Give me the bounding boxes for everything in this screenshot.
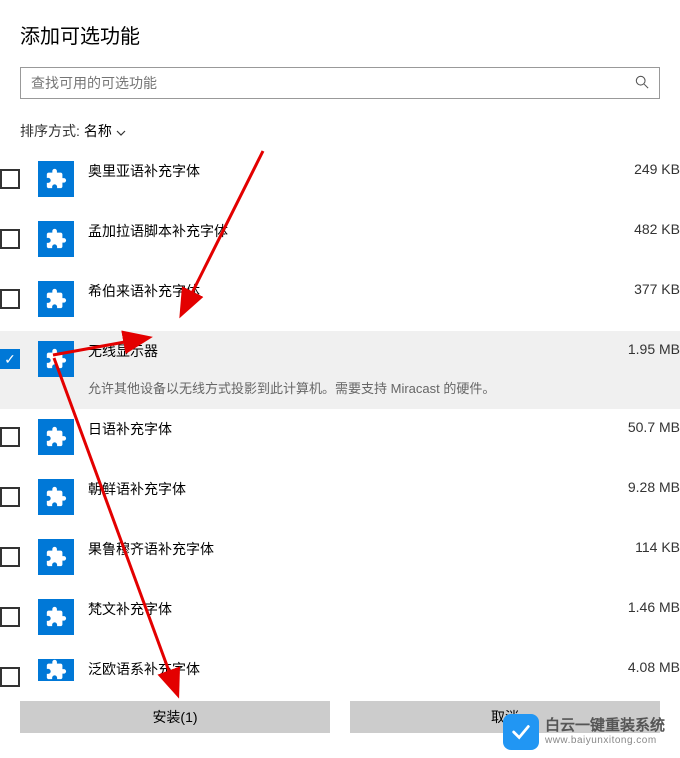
feature-checkbox[interactable] <box>0 667 20 687</box>
feature-content: 希伯来语补充字体 377 KB <box>88 281 680 301</box>
page-title: 添加可选功能 <box>20 20 660 49</box>
puzzle-icon <box>38 221 74 257</box>
feature-size: 249 KB <box>634 161 680 177</box>
feature-list: 奥里亚语补充字体 249 KB 孟加拉语脚本补充字体 482 KB 希伯来语补充字体 37… <box>0 151 680 709</box>
feature-size: 114 KB <box>635 539 680 555</box>
feature-item[interactable]: 孟加拉语脚本补充字体 482 KB <box>0 211 680 271</box>
puzzle-icon <box>38 419 74 455</box>
feature-content: 孟加拉语脚本补充字体 482 KB <box>88 221 680 241</box>
feature-name: 无线显示器 <box>88 341 158 361</box>
feature-name: 奥里亚语补充字体 <box>88 161 200 181</box>
sort-label: 排序方式: <box>20 121 80 141</box>
feature-content: 朝鲜语补充字体 9.28 MB <box>88 479 680 499</box>
feature-item[interactable]: 朝鲜语补充字体 9.28 MB <box>0 469 680 529</box>
puzzle-icon <box>38 281 74 317</box>
feature-size: 482 KB <box>634 221 680 237</box>
feature-name: 果鲁穆齐语补充字体 <box>88 539 214 559</box>
feature-item[interactable]: 希伯来语补充字体 377 KB <box>0 271 680 331</box>
checkmark-icon: ✓ <box>4 352 16 366</box>
feature-size: 9.28 MB <box>628 479 680 495</box>
feature-size: 1.46 MB <box>628 599 680 615</box>
feature-size: 1.95 MB <box>628 341 680 357</box>
search-box[interactable] <box>20 67 660 99</box>
feature-checkbox[interactable] <box>0 289 20 309</box>
puzzle-icon <box>38 479 74 515</box>
feature-name: 希伯来语补充字体 <box>88 281 200 301</box>
feature-content: 果鲁穆齐语补充字体 114 KB <box>88 539 680 559</box>
puzzle-icon <box>38 599 74 635</box>
watermark-url: www.baiyunxitong.com <box>545 735 665 746</box>
feature-name: 泛欧语系补充字体 <box>88 659 200 679</box>
feature-content: 奥里亚语补充字体 249 KB <box>88 161 680 181</box>
feature-size: 4.08 MB <box>628 659 680 675</box>
feature-name: 梵文补充字体 <box>88 599 172 619</box>
feature-checkbox[interactable] <box>0 607 20 627</box>
sort-row: 排序方式: 名称 <box>20 121 660 141</box>
feature-content: 无线显示器 1.95 MB 允许其他设备以无线方式投影到此计算机。需要支持 Mira… <box>88 341 680 399</box>
puzzle-icon <box>38 659 74 681</box>
feature-checkbox[interactable] <box>0 547 20 567</box>
feature-item[interactable]: 果鲁穆齐语补充字体 114 KB <box>0 529 680 589</box>
feature-checkbox[interactable]: ✓ <box>0 349 20 369</box>
chevron-down-icon <box>116 123 126 139</box>
feature-name: 朝鲜语补充字体 <box>88 479 186 499</box>
feature-item[interactable]: 日语补充字体 50.7 MB <box>0 409 680 469</box>
watermark: 白云一键重装系统 www.baiyunxitong.com <box>503 714 665 750</box>
puzzle-icon <box>38 539 74 575</box>
feature-description: 允许其他设备以无线方式投影到此计算机。需要支持 Miracast 的硬件。 <box>88 379 680 399</box>
feature-checkbox[interactable] <box>0 169 20 189</box>
search-input[interactable] <box>31 75 635 91</box>
puzzle-icon <box>38 341 74 377</box>
feature-content: 日语补充字体 50.7 MB <box>88 419 680 439</box>
feature-content: 泛欧语系补充字体 4.08 MB <box>88 659 680 679</box>
feature-size: 377 KB <box>634 281 680 297</box>
feature-item[interactable]: ✓ 无线显示器 1.95 MB 允许其他设备以无线方式投影到此计算机。需要支持 Mir… <box>0 331 680 409</box>
feature-name: 孟加拉语脚本补充字体 <box>88 221 228 241</box>
sort-value-text: 名称 <box>84 121 112 141</box>
feature-checkbox[interactable] <box>0 427 20 447</box>
feature-item[interactable]: 奥里亚语补充字体 249 KB <box>0 151 680 211</box>
search-icon[interactable] <box>635 75 649 92</box>
install-button[interactable]: 安装(1) <box>20 701 330 733</box>
feature-name: 日语补充字体 <box>88 419 172 439</box>
sort-dropdown[interactable]: 名称 <box>84 121 126 141</box>
feature-item[interactable]: 梵文补充字体 1.46 MB <box>0 589 680 649</box>
feature-item[interactable]: 泛欧语系补充字体 4.08 MB <box>0 649 680 709</box>
feature-size: 50.7 MB <box>628 419 680 435</box>
puzzle-icon <box>38 161 74 197</box>
feature-checkbox[interactable] <box>0 487 20 507</box>
feature-checkbox[interactable] <box>0 229 20 249</box>
watermark-logo-icon <box>503 714 539 750</box>
feature-content: 梵文补充字体 1.46 MB <box>88 599 680 619</box>
watermark-title: 白云一键重装系统 <box>545 718 665 735</box>
